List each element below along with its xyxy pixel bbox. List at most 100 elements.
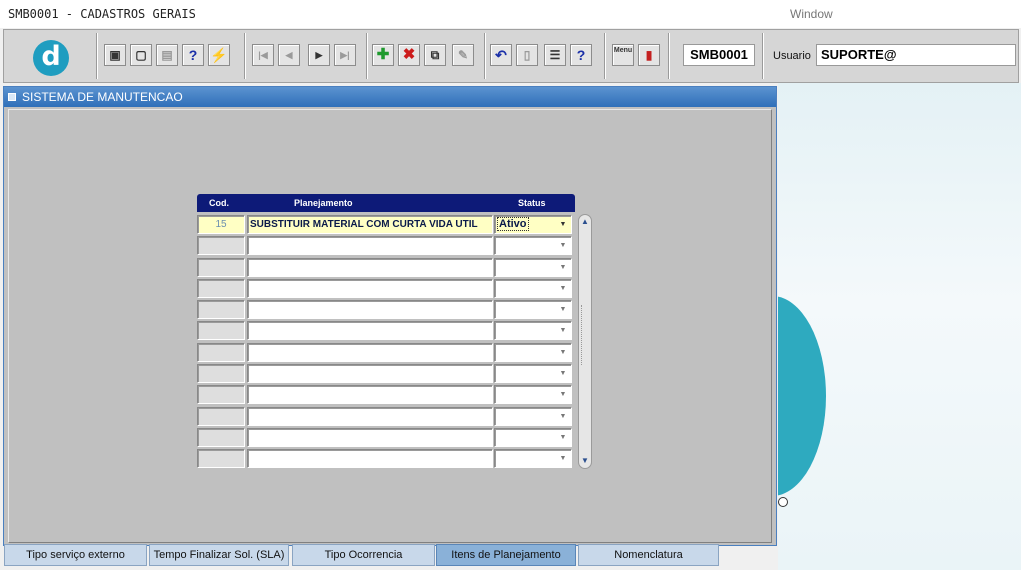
- plan-cell[interactable]: [247, 427, 493, 447]
- status-select[interactable]: ▼: [494, 257, 572, 277]
- plan-cell[interactable]: [247, 385, 493, 405]
- plan-cell[interactable]: SUBSTITUIR MATERIAL COM CURTA VIDA UTIL: [247, 215, 493, 234]
- chevron-down-icon[interactable]: ▼: [556, 323, 570, 339]
- code-cell[interactable]: [197, 236, 245, 256]
- status-select[interactable]: ▼: [494, 427, 572, 447]
- tab-2[interactable]: Tipo Ocorrencia: [292, 544, 435, 566]
- toolbar: d ▣ ▢ ▤ ? ⚡ |◀ ◀ ▶ ▶| ✚ ✖ ⧉ ✎ ↶ ▯ ☰ ? Me…: [3, 29, 1019, 83]
- code-cell[interactable]: [197, 257, 245, 277]
- delete-record-button[interactable]: ✖: [398, 44, 420, 66]
- code-cell[interactable]: [197, 364, 245, 384]
- clipboard-button[interactable]: ▯: [516, 44, 538, 66]
- maintenance-title-text: SISTEMA DE MANUTENCAO: [22, 90, 183, 104]
- status-select[interactable]: ▼: [494, 449, 572, 469]
- plan-cell[interactable]: [247, 236, 493, 256]
- status-select[interactable]: ▼: [494, 406, 572, 426]
- chevron-down-icon[interactable]: ▼: [556, 238, 570, 254]
- background-decoration: [778, 83, 1021, 570]
- menu-button[interactable]: Menu: [612, 44, 634, 66]
- clear-button[interactable]: ✎: [452, 44, 474, 66]
- column-header-code: Cod.: [209, 198, 229, 208]
- last-record-button[interactable]: ▶|: [334, 44, 356, 66]
- chevron-down-icon[interactable]: ▼: [556, 366, 570, 382]
- code-cell[interactable]: [197, 427, 245, 447]
- tab-3[interactable]: Itens de Planejamento: [436, 544, 576, 566]
- undo-button[interactable]: ↶: [490, 44, 512, 66]
- duplicate-record-icon: ⧉: [430, 48, 440, 62]
- list-values-button[interactable]: ☰: [544, 44, 566, 66]
- print-preview-button[interactable]: ▢: [130, 44, 152, 66]
- exit-button[interactable]: ▮: [638, 44, 660, 66]
- print-button[interactable]: ▤: [156, 44, 178, 66]
- code-cell[interactable]: [197, 278, 245, 298]
- chevron-down-icon[interactable]: ▼: [556, 408, 570, 424]
- help-button[interactable]: ?: [570, 44, 592, 66]
- chevron-down-icon[interactable]: ▼: [556, 217, 570, 232]
- code-cell[interactable]: 15: [197, 215, 245, 234]
- table-row: 15 SUBSTITUIR MATERIAL COM CURTA VIDA UTI…: [197, 214, 577, 235]
- table-row: ▼: [197, 299, 577, 320]
- status-select[interactable]: Ativo ▼: [494, 215, 572, 234]
- save-button[interactable]: ▣: [104, 44, 126, 66]
- chevron-down-icon[interactable]: ▼: [556, 451, 570, 467]
- chevron-down-icon[interactable]: ▼: [556, 259, 570, 275]
- chevron-down-icon[interactable]: ▼: [556, 387, 570, 403]
- title-bar: SMB0001 - CADASTROS GERAIS Window: [0, 0, 1021, 28]
- tab-4[interactable]: Nomenclatura: [578, 544, 719, 566]
- column-header-plan: Planejamento: [294, 198, 353, 208]
- duplicate-record-button[interactable]: ⧉: [424, 44, 446, 66]
- tab-1[interactable]: Tempo Finalizar Sol. (SLA): [149, 544, 289, 566]
- scroll-thumb[interactable]: [581, 305, 589, 365]
- execute-query-icon: ⚡: [210, 47, 228, 63]
- logo-letter: d: [41, 41, 61, 72]
- chevron-down-icon[interactable]: ▼: [556, 280, 570, 296]
- previous-record-button[interactable]: ◀: [278, 44, 300, 66]
- query-button[interactable]: ?: [182, 44, 204, 66]
- plan-cell[interactable]: [247, 342, 493, 362]
- plan-cell[interactable]: [247, 278, 493, 298]
- code-cell[interactable]: [197, 406, 245, 426]
- chevron-down-icon[interactable]: ▼: [556, 302, 570, 318]
- next-record-button[interactable]: ▶: [308, 44, 330, 66]
- code-cell[interactable]: [197, 449, 245, 469]
- column-header-status: Status: [518, 198, 546, 208]
- status-select[interactable]: ▼: [494, 385, 572, 405]
- insert-record-button[interactable]: ✚: [372, 44, 394, 66]
- scroll-up-icon[interactable]: ▲: [580, 216, 590, 228]
- table-row: ▼: [197, 320, 577, 341]
- code-cell[interactable]: [197, 321, 245, 341]
- maintenance-window: SISTEMA DE MANUTENCAO Cod. Planejamento …: [3, 86, 777, 546]
- plan-cell[interactable]: [247, 257, 493, 277]
- window-menu[interactable]: Window: [790, 7, 833, 21]
- plan-cell[interactable]: [247, 321, 493, 341]
- chevron-down-icon[interactable]: ▼: [556, 344, 570, 360]
- menu-icon: Menu: [613, 47, 633, 54]
- status-select[interactable]: ▼: [494, 364, 572, 384]
- plan-cell[interactable]: [247, 364, 493, 384]
- background-dot: [778, 497, 788, 507]
- table-row: ▼: [197, 235, 577, 256]
- grid-header: Cod. Planejamento Status: [197, 194, 575, 212]
- status-select[interactable]: ▼: [494, 236, 572, 256]
- status-select[interactable]: ▼: [494, 342, 572, 362]
- exit-icon: ▮: [645, 48, 653, 62]
- table-row: ▼: [197, 363, 577, 384]
- first-record-button[interactable]: |◀: [252, 44, 274, 66]
- execute-query-button[interactable]: ⚡: [208, 44, 230, 66]
- print-preview-icon: ▢: [135, 48, 147, 62]
- plan-cell[interactable]: [247, 300, 493, 320]
- code-cell[interactable]: [197, 342, 245, 362]
- plan-cell[interactable]: [247, 406, 493, 426]
- tab-0[interactable]: Tipo serviço externo: [4, 544, 147, 566]
- status-select[interactable]: ▼: [494, 278, 572, 298]
- code-cell[interactable]: [197, 300, 245, 320]
- vertical-scrollbar[interactable]: ▲ ▼: [578, 214, 592, 469]
- delete-record-icon: ✖: [402, 46, 416, 63]
- scroll-down-icon[interactable]: ▼: [580, 455, 590, 467]
- code-cell[interactable]: [197, 385, 245, 405]
- status-select[interactable]: ▼: [494, 300, 572, 320]
- status-select[interactable]: ▼: [494, 321, 572, 341]
- user-label: Usuario: [773, 50, 811, 62]
- chevron-down-icon[interactable]: ▼: [556, 429, 570, 445]
- plan-cell[interactable]: [247, 449, 493, 469]
